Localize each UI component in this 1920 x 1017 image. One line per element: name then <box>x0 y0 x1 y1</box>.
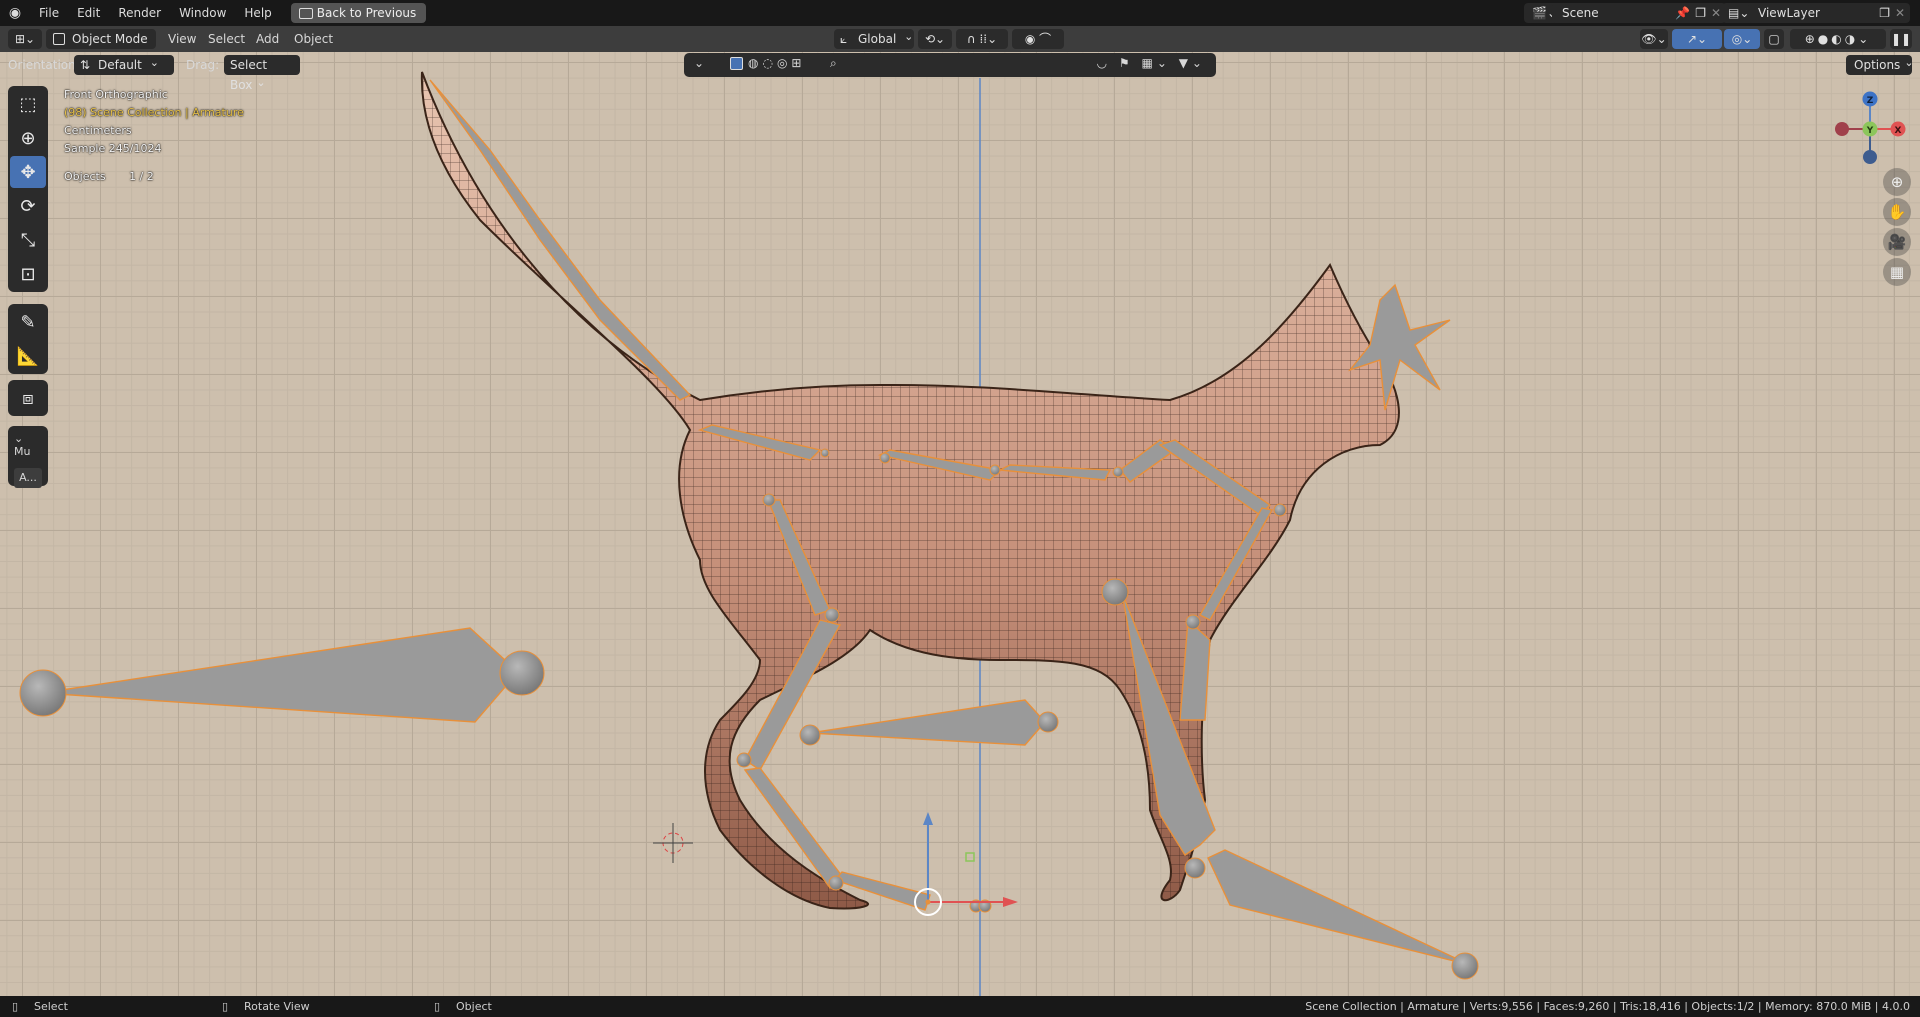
collapse-icon[interactable]: ⌄ <box>694 56 704 70</box>
rotate-tool-icon[interactable]: ⟳ <box>10 190 46 222</box>
menu-edit[interactable]: Edit <box>68 0 109 26</box>
gizmo-x-label: X <box>1895 126 1902 136</box>
search-icon[interactable]: ⌕ <box>830 56 837 71</box>
measure-tool-icon[interactable]: 📐 <box>10 340 46 372</box>
gizmo-y-label: Y <box>1866 126 1874 136</box>
mouse-right-icon: ▯ <box>434 1000 441 1013</box>
add-menu[interactable]: Add <box>256 29 279 49</box>
add-cube-tool-icon[interactable]: ⧈ <box>10 382 46 414</box>
mouse-left-icon: ▯ <box>12 1000 19 1013</box>
transform-orientation-dropdown[interactable]: ⟀ Global <box>834 29 914 49</box>
shading-icons[interactable]: ◍◌◎⊞ <box>748 56 805 70</box>
cat-mesh <box>420 71 1400 910</box>
viewport-filter-bar: ⌄ ◍◌◎⊞ ⌕ ◡ ⚑ ▦⌄ ▼⌄ <box>684 53 1216 77</box>
view-menu[interactable]: View <box>168 29 196 49</box>
section-label[interactable]: Mu <box>14 445 30 458</box>
chevron-down-icon[interactable]: ⌄ <box>14 432 23 445</box>
orientation-dropdown[interactable]: ⇅ Default <box>74 55 174 75</box>
move-tool-icon[interactable]: ✥ <box>10 156 46 188</box>
mode-dropdown[interactable]: Object Mode <box>46 29 156 49</box>
shading-mode-icons[interactable]: ⊕●◐◑⌄ <box>1790 29 1886 49</box>
status-select: Select <box>34 1000 68 1013</box>
menu-file[interactable]: File <box>30 0 68 26</box>
visibility-icon[interactable]: 👁⌄ <box>1640 29 1668 49</box>
blender-logo-icon[interactable]: ◉ <box>0 5 30 21</box>
left-toolbar: ⬚ ⊕ ✥ ⟳ ⤡ ⊡ <box>8 86 48 292</box>
mouse-middle-icon: ▯ <box>222 1000 229 1013</box>
transform-gizmo <box>914 812 1018 916</box>
orientation-value: Default <box>98 58 142 72</box>
active-collection: (98) Scene Collection | Armature <box>64 106 244 119</box>
close-icon[interactable]: ✕ <box>1895 3 1905 23</box>
custom-button[interactable]: A... <box>14 468 42 488</box>
options-dropdown[interactable]: Options <box>1846 55 1912 75</box>
zoom-icon[interactable]: ⊕ <box>1883 168 1911 196</box>
left-toolbar-add: ⧈ <box>8 380 48 416</box>
scene-stats: Scene Collection | Armature | Verts:9,55… <box>1305 1000 1910 1013</box>
pan-hand-icon[interactable]: ✋ <box>1883 198 1911 226</box>
view-name: Front Orthographic <box>64 88 168 101</box>
proportional-editing-icon[interactable]: ◉ ⌒ <box>1012 29 1064 49</box>
object-mode-icon <box>53 33 65 45</box>
scale-tool-icon[interactable]: ⤡ <box>10 224 46 256</box>
view-layer-name: ViewLayer <box>1758 6 1820 20</box>
objects-count: 1 / 2 <box>129 170 154 183</box>
xray-toggle-icon[interactable]: ▢ <box>1764 29 1784 49</box>
status-rotate-view: Rotate View <box>244 1000 310 1013</box>
drag-dropdown[interactable]: Select Box <box>224 55 300 92</box>
pivot-point-icon[interactable]: ⟲⌄ <box>918 29 952 49</box>
pin-icon[interactable]: 📌 <box>1675 3 1690 23</box>
units-label: Centimeters <box>64 124 132 137</box>
navigation-gizmo[interactable]: Z Y X <box>1830 87 1910 167</box>
status-object: Object <box>456 1000 492 1013</box>
orientation-value: Global <box>858 32 897 46</box>
left-panel-custom: ⌄ Mu A... <box>8 426 48 488</box>
status-bar: ▯ Select ▯ Rotate View ▯ Object Scene Co… <box>0 996 1920 1017</box>
3d-cursor <box>653 823 693 863</box>
orientation-label: Orientation: <box>8 58 80 72</box>
bone-middle <box>809 699 1046 746</box>
menu-help[interactable]: Help <box>235 0 280 26</box>
sample-count: Sample 245/1024 <box>64 142 162 155</box>
left-toolbar-annotate: ✎ 📐 <box>8 304 48 374</box>
ortho-grid-icon[interactable]: ▦ <box>1883 258 1911 286</box>
menu-window[interactable]: Window <box>170 0 235 26</box>
select-menu[interactable]: Select <box>208 29 245 49</box>
orientation-icon: ⇅ <box>80 58 91 72</box>
pause-render-icon[interactable]: ❚❚ <box>1890 29 1912 49</box>
menu-render[interactable]: Render <box>109 0 170 26</box>
overlay-toggle-icon[interactable]: ◎⌄ <box>1724 29 1760 49</box>
mode-label: Object Mode <box>72 32 148 46</box>
objects-label: Objects <box>64 170 106 183</box>
gizmo-z-label: Z <box>1867 96 1874 106</box>
cursor-tool-icon[interactable]: ⊕ <box>10 122 46 154</box>
view-layer-field[interactable]: ViewLayer ❐ ✕ <box>1748 3 1910 23</box>
axis-icon: ⟀ <box>840 32 848 46</box>
close-icon[interactable]: ✕ <box>1711 3 1721 23</box>
viewport-header: ⊞⌄ Object Mode View Select Add Object ⟀ … <box>0 26 1920 52</box>
drag-label: Drag: <box>186 58 220 72</box>
transform-tool-icon[interactable]: ⊡ <box>10 258 46 290</box>
camera-view-icon[interactable]: 🎥 <box>1883 228 1911 256</box>
filter-icons[interactable]: ◡ ⚑ ▦⌄ ▼⌄ <box>1097 56 1206 70</box>
bone-leg-lower <box>1207 849 1471 966</box>
scene-name: Scene <box>1562 6 1599 20</box>
select-box-tool-icon[interactable]: ⬚ <box>10 88 46 120</box>
annotate-tool-icon[interactable]: ✎ <box>10 306 46 338</box>
select-toggle-icon[interactable] <box>730 57 743 70</box>
new-view-layer-icon[interactable]: ❐ <box>1879 3 1890 23</box>
bone-large <box>41 627 519 723</box>
editor-type-icon[interactable]: ⊞⌄ <box>8 29 42 49</box>
object-menu[interactable]: Object <box>294 29 333 49</box>
new-scene-icon[interactable]: ❐ <box>1695 3 1706 23</box>
viewport-info-overlay: Front Orthographic (98) Scene Collection… <box>64 86 244 186</box>
gizmo-toggle-icon[interactable]: ↗⌄ <box>1672 29 1722 49</box>
bone-tail <box>429 79 692 401</box>
3d-viewport[interactable]: Z Y X <box>0 52 1920 996</box>
back-to-previous-button[interactable]: Back to Previous <box>290 3 427 23</box>
scene-name-field[interactable]: Scene 📌 ❐ ✕ <box>1552 3 1726 23</box>
snap-icon[interactable]: ∩ ⁞⁞⌄ <box>956 29 1008 49</box>
scene-render <box>19 71 1479 996</box>
